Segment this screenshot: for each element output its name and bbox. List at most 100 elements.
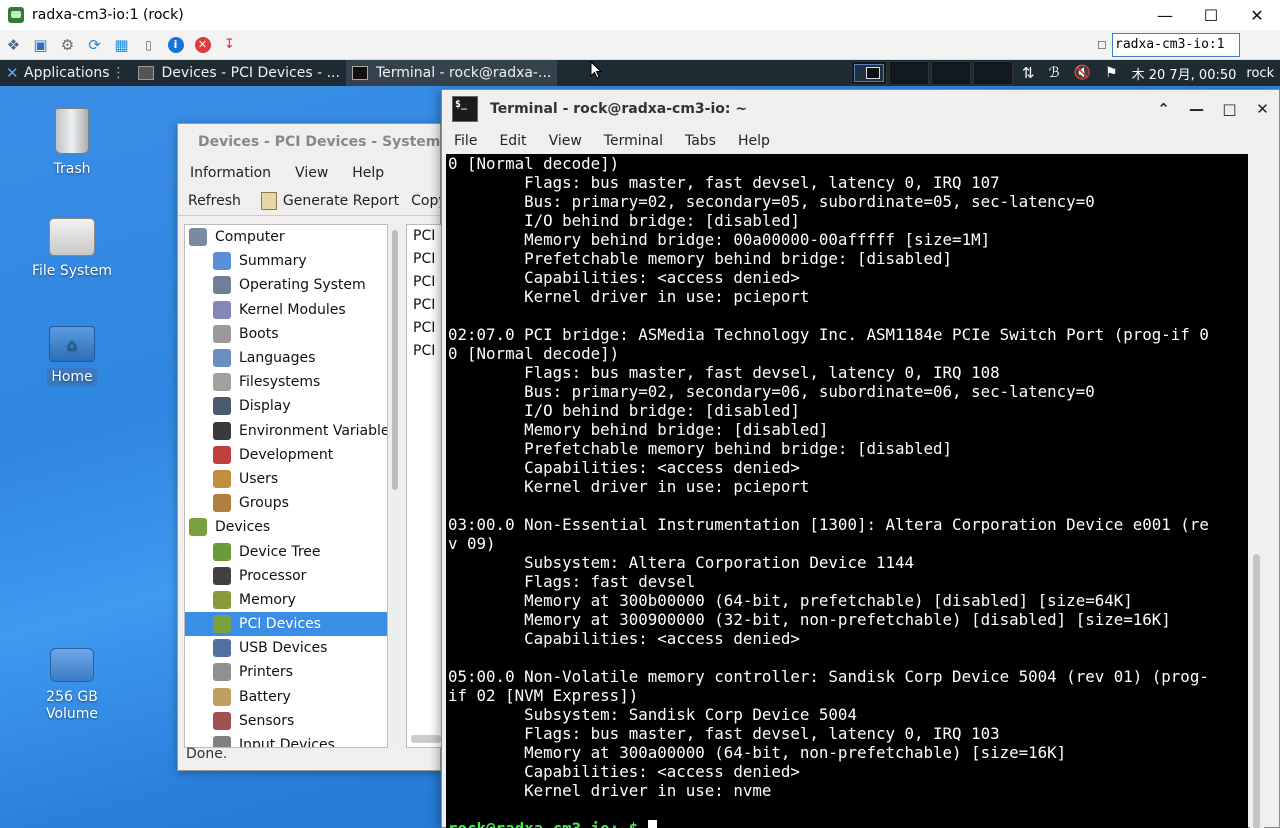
list-item[interactable]: PCI — [407, 225, 445, 248]
list-item[interactable]: PCI — [407, 248, 445, 271]
list-hscrollbar[interactable] — [411, 735, 441, 743]
system-tray: ⇅ ℬ 🔇 ⚑ 木 20 7月, 00:50 rock — [1022, 60, 1274, 86]
refresh-icon[interactable]: ⟳ — [81, 34, 108, 56]
settings-icon[interactable]: ⚙ — [54, 34, 81, 56]
tree-item[interactable]: PCI Devices — [185, 612, 387, 637]
applications-menu[interactable]: ✕ Applications ⋮ — [0, 60, 132, 86]
menu-information[interactable]: Information — [178, 165, 283, 181]
tree-item-label: Languages — [239, 350, 316, 367]
fullscreen-icon[interactable]: ▣ — [27, 34, 54, 56]
workspace-3[interactable] — [931, 61, 971, 85]
host-field[interactable]: radxa-cm3-io:1 — [1112, 33, 1240, 57]
tree-item[interactable]: Computer — [185, 225, 387, 249]
desktop-icon-volume[interactable]: 256 GB Volume — [27, 648, 117, 724]
tree-item[interactable]: Groups — [185, 491, 387, 515]
tree-item[interactable]: Summary — [185, 249, 387, 273]
host-bookmark-icon[interactable] — [1098, 41, 1106, 49]
tree-item-label: Sensors — [239, 712, 295, 729]
list-item[interactable]: PCI — [407, 317, 445, 340]
tree-scrollbar-thumb[interactable] — [392, 230, 398, 490]
tree-item[interactable]: Display — [185, 394, 387, 418]
maximize-icon[interactable]: □ — [1213, 100, 1246, 118]
desktop-icon-label: Trash — [53, 161, 91, 177]
tree-scrollbar[interactable] — [390, 224, 400, 748]
desktop-icon-filesystem[interactable]: File System — [27, 218, 117, 280]
tree-item-label: PCI Devices — [239, 616, 321, 633]
list-item[interactable]: PCI — [407, 340, 445, 363]
tree-item[interactable]: Device Tree — [185, 539, 387, 563]
ctrl-alt-del-icon[interactable]: ▯ — [135, 34, 162, 56]
tree-item[interactable]: Environment Variables — [185, 419, 387, 443]
list-item[interactable]: PCI — [407, 294, 445, 317]
tree-item[interactable]: Users — [185, 467, 387, 491]
tree-item-icon — [213, 590, 231, 609]
maximize-icon[interactable]: ☐ — [1188, 0, 1234, 30]
tree-item-icon — [213, 663, 231, 682]
notifications-icon[interactable]: ⚑ — [1105, 65, 1118, 81]
clock[interactable]: 木 20 7月, 00:50 — [1132, 64, 1237, 83]
tree-item[interactable]: Filesystems — [185, 370, 387, 394]
tree-item[interactable]: Processor — [185, 564, 387, 588]
network-icon[interactable]: ⇅ — [1022, 64, 1035, 82]
workspace-4[interactable] — [973, 61, 1013, 85]
desktop-icon-trash[interactable]: Trash — [27, 108, 117, 178]
refresh-button[interactable]: Refresh — [178, 193, 251, 209]
tree-item-icon — [213, 469, 231, 488]
copy-button[interactable]: Copy — [409, 193, 440, 209]
taskbar-item-terminal[interactable]: Terminal - rock@radxa-... — [345, 60, 558, 86]
menu-tabs[interactable]: Tabs — [673, 133, 726, 149]
info-icon[interactable]: i — [162, 34, 189, 56]
disconnect-icon[interactable]: ✕ — [189, 34, 216, 56]
menu-file[interactable]: File — [442, 133, 487, 149]
list-item[interactable]: PCI — [407, 271, 445, 294]
tree-item[interactable]: Battery — [185, 685, 387, 709]
tree-item[interactable]: Boots — [185, 322, 387, 346]
sysinfo-menubar: Information View Help — [178, 160, 440, 186]
terminal-line: Bus: primary=02, secondary=05, subordina… — [448, 192, 1095, 211]
close-icon[interactable]: ✕ — [1234, 0, 1280, 30]
menu-view[interactable]: View — [283, 165, 340, 181]
terminal-line: 05:00.0 Non-Volatile memory controller: … — [448, 667, 1209, 686]
windows-key-icon[interactable]: ▦ — [108, 34, 135, 56]
volume-muted-icon[interactable]: 🔇 — [1074, 65, 1091, 81]
taskbar-item-devices[interactable]: Devices - PCI Devices - ... — [132, 60, 346, 86]
options-icon[interactable]: ❖ — [0, 34, 27, 56]
workspace-2[interactable] — [889, 61, 929, 85]
tree-item[interactable]: Memory — [185, 588, 387, 612]
desktop-icon-home[interactable]: ⌂ Home — [27, 326, 117, 386]
bluetooth-icon[interactable]: ℬ — [1049, 65, 1060, 81]
menu-help[interactable]: Help — [340, 165, 396, 181]
category-tree: Computer Summary Operating System Kernel Mo… — [184, 224, 388, 748]
terminal-scrollbar-thumb[interactable] — [1253, 554, 1260, 828]
sysinfo-titlebar[interactable]: Devices - PCI Devices - System I — [178, 124, 440, 160]
terminal-line: Capabilities: <access denied> — [448, 268, 800, 287]
close-icon[interactable]: ✕ — [1246, 100, 1279, 118]
tree-item-label: Kernel Modules — [239, 301, 346, 318]
tree-item[interactable]: Kernel Modules — [185, 298, 387, 322]
workspace-1[interactable] — [851, 61, 887, 85]
terminal-scrollbar[interactable] — [1250, 154, 1264, 828]
tree-item[interactable]: Operating System — [185, 273, 387, 297]
minimize-icon[interactable]: — — [1142, 0, 1188, 30]
tree-item[interactable]: Printers — [185, 660, 387, 684]
generate-report-button[interactable]: Generate Report — [251, 191, 409, 210]
trash-icon — [55, 108, 89, 154]
file-transfer-icon[interactable]: ↧ — [216, 34, 243, 56]
menu-help[interactable]: Help — [726, 133, 780, 149]
terminal-line: Subsystem: Sandisk Corp Device 5004 — [448, 705, 857, 724]
tree-item[interactable]: Devices — [185, 515, 387, 539]
menu-view[interactable]: View — [537, 133, 592, 149]
tree-item[interactable]: USB Devices — [185, 636, 387, 660]
terminal-output[interactable]: 0 [Normal decode]) Flags: bus master, fa… — [446, 154, 1248, 828]
tree-item[interactable]: Sensors — [185, 709, 387, 733]
sysinfo-title: Devices - PCI Devices - System I — [198, 134, 440, 150]
tree-item-label: Devices — [215, 519, 271, 536]
user-menu[interactable]: rock — [1246, 66, 1274, 81]
menu-edit[interactable]: Edit — [487, 133, 536, 149]
minimize-icon[interactable]: — — [1180, 100, 1213, 118]
tree-item[interactable]: Development — [185, 443, 387, 467]
menu-terminal[interactable]: Terminal — [592, 133, 673, 149]
shade-icon[interactable]: ⌃ — [1147, 100, 1180, 118]
tree-item[interactable]: Languages — [185, 346, 387, 370]
